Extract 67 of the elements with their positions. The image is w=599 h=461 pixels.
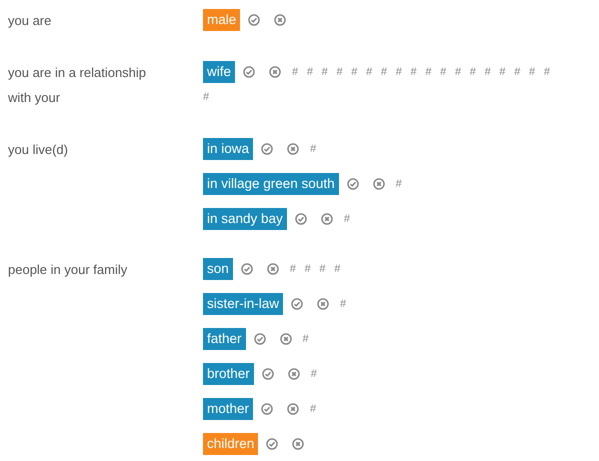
hash-link[interactable]: # bbox=[290, 258, 296, 280]
hash-link[interactable]: # bbox=[302, 328, 309, 350]
hash-link[interactable]: # bbox=[499, 61, 506, 83]
hash-link[interactable]: # bbox=[440, 61, 446, 83]
tag[interactable]: mother bbox=[203, 398, 254, 420]
confirm-icon[interactable] bbox=[254, 333, 266, 345]
confirm-icon[interactable] bbox=[261, 143, 274, 155]
confirm-icon[interactable] bbox=[261, 403, 274, 415]
field-label: people in your family bbox=[8, 261, 128, 279]
remove-icon[interactable] bbox=[292, 438, 304, 450]
tag[interactable]: son bbox=[203, 258, 233, 280]
confirm-icon[interactable] bbox=[243, 66, 256, 78]
hash-link[interactable]: # bbox=[310, 363, 317, 385]
hash-link[interactable]: # bbox=[514, 61, 520, 83]
confirm-icon[interactable] bbox=[266, 438, 278, 450]
field-label: you are bbox=[8, 12, 52, 30]
hash-link[interactable]: # bbox=[319, 258, 326, 280]
hash-link[interactable]: # bbox=[544, 61, 550, 83]
remove-icon[interactable] bbox=[372, 178, 385, 190]
tag[interactable]: in village green south bbox=[203, 173, 339, 195]
hash-link[interactable]: # bbox=[425, 61, 432, 83]
tag[interactable]: children bbox=[203, 433, 258, 455]
hash-link[interactable]: # bbox=[351, 61, 358, 83]
field-label: you live(d) bbox=[8, 141, 69, 159]
tag[interactable]: father bbox=[203, 328, 246, 350]
confirm-icon[interactable] bbox=[294, 213, 307, 225]
hash-link[interactable]: # bbox=[366, 61, 372, 83]
confirm-icon[interactable] bbox=[291, 298, 304, 310]
remove-icon[interactable] bbox=[274, 14, 286, 26]
hash-link[interactable]: # bbox=[380, 61, 388, 83]
hash-link[interactable]: # bbox=[344, 208, 350, 230]
hash-link[interactable]: # bbox=[410, 61, 417, 83]
hash-link[interactable]: # bbox=[470, 61, 476, 83]
remove-icon[interactable] bbox=[287, 403, 300, 415]
hash-link[interactable]: # bbox=[529, 61, 536, 83]
hash-link[interactable]: # bbox=[396, 173, 402, 195]
remove-icon[interactable] bbox=[269, 66, 282, 78]
tag[interactable]: in iowa bbox=[203, 138, 254, 160]
confirm-icon[interactable] bbox=[346, 178, 359, 190]
tag[interactable]: male bbox=[203, 9, 240, 31]
tag[interactable]: wife bbox=[203, 61, 236, 83]
remove-icon[interactable] bbox=[320, 213, 333, 225]
hash-link[interactable]: # bbox=[340, 293, 346, 315]
hash-link[interactable]: # bbox=[334, 258, 340, 280]
remove-icon[interactable] bbox=[266, 263, 279, 275]
hash-link[interactable]: # bbox=[454, 61, 462, 83]
hash-link[interactable]: # bbox=[336, 61, 343, 83]
field-label: you are in a relationship with your bbox=[8, 64, 148, 107]
hash-link[interactable]: # bbox=[304, 258, 311, 280]
tag[interactable]: in sandy bay bbox=[203, 208, 287, 230]
remove-icon[interactable] bbox=[288, 368, 300, 380]
hash-link[interactable]: # bbox=[484, 61, 491, 83]
confirm-icon[interactable] bbox=[248, 14, 260, 26]
remove-icon[interactable] bbox=[317, 298, 330, 310]
hash-link[interactable]: # bbox=[310, 398, 316, 420]
hash-link[interactable]: # bbox=[292, 61, 298, 83]
confirm-icon[interactable] bbox=[240, 263, 253, 275]
tag[interactable]: sister-in-law bbox=[203, 293, 284, 315]
hash-link[interactable]: # bbox=[322, 61, 328, 83]
remove-icon[interactable] bbox=[287, 143, 300, 155]
tag[interactable]: brother bbox=[203, 363, 254, 385]
hash-link[interactable]: # bbox=[310, 138, 316, 160]
confirm-icon[interactable] bbox=[262, 368, 274, 380]
remove-icon[interactable] bbox=[280, 333, 292, 345]
hash-link[interactable]: # bbox=[306, 61, 313, 83]
hash-link[interactable]: # bbox=[396, 61, 402, 83]
hash-link[interactable]: # bbox=[203, 86, 210, 108]
